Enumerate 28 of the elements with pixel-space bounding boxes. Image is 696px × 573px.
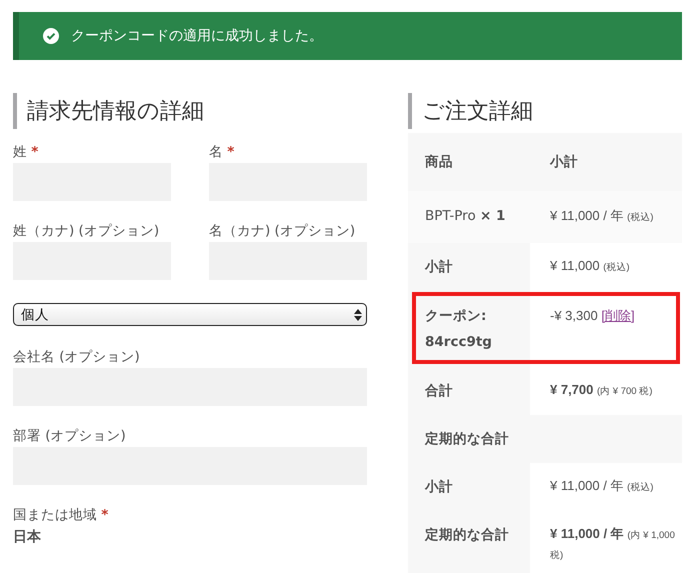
required-mark: * (101, 507, 108, 523)
check-icon (43, 28, 59, 44)
billing-heading: 請求先情報の詳細 (13, 93, 367, 129)
row-header: 小計 (408, 243, 530, 291)
row-header: 定期的な合計 (408, 511, 530, 573)
country-value: 日本 (13, 528, 42, 546)
type-select[interactable]: 個人 (13, 303, 367, 326)
row-header: 小計 (408, 463, 530, 511)
notice-message: クーポンコードの適用に成功しました。 (71, 27, 323, 45)
column-header: 小計 (548, 153, 579, 171)
field-label: 会社名 (オプション) (13, 349, 140, 365)
section-header: 定期的な合計 (424, 430, 510, 449)
required-mark: * (31, 144, 38, 160)
field-label: 姓 (13, 144, 27, 160)
product-name: BPT-Pro × 1 (424, 207, 506, 226)
table-cell-text: ¥ 11,000 / 年 (税込) (549, 207, 654, 225)
dropdown-arrows-icon (354, 308, 362, 320)
field-label: 部署 (オプション) (13, 428, 126, 444)
field-label: 姓（カナ) (オプション) (13, 223, 160, 239)
order-heading: ご注文詳細 (408, 93, 682, 129)
field-label: 名 (209, 144, 223, 160)
column-header: 商品 (424, 153, 454, 172)
field-label: 国または地域 (13, 507, 97, 523)
field-label: 名（カナ) (オプション) (209, 223, 356, 239)
required-mark: * (227, 144, 234, 160)
discount-value: -¥ 3,300 (550, 308, 598, 323)
row-header: 合計 (408, 367, 530, 415)
remove-link[interactable]: [削除] (601, 308, 635, 323)
